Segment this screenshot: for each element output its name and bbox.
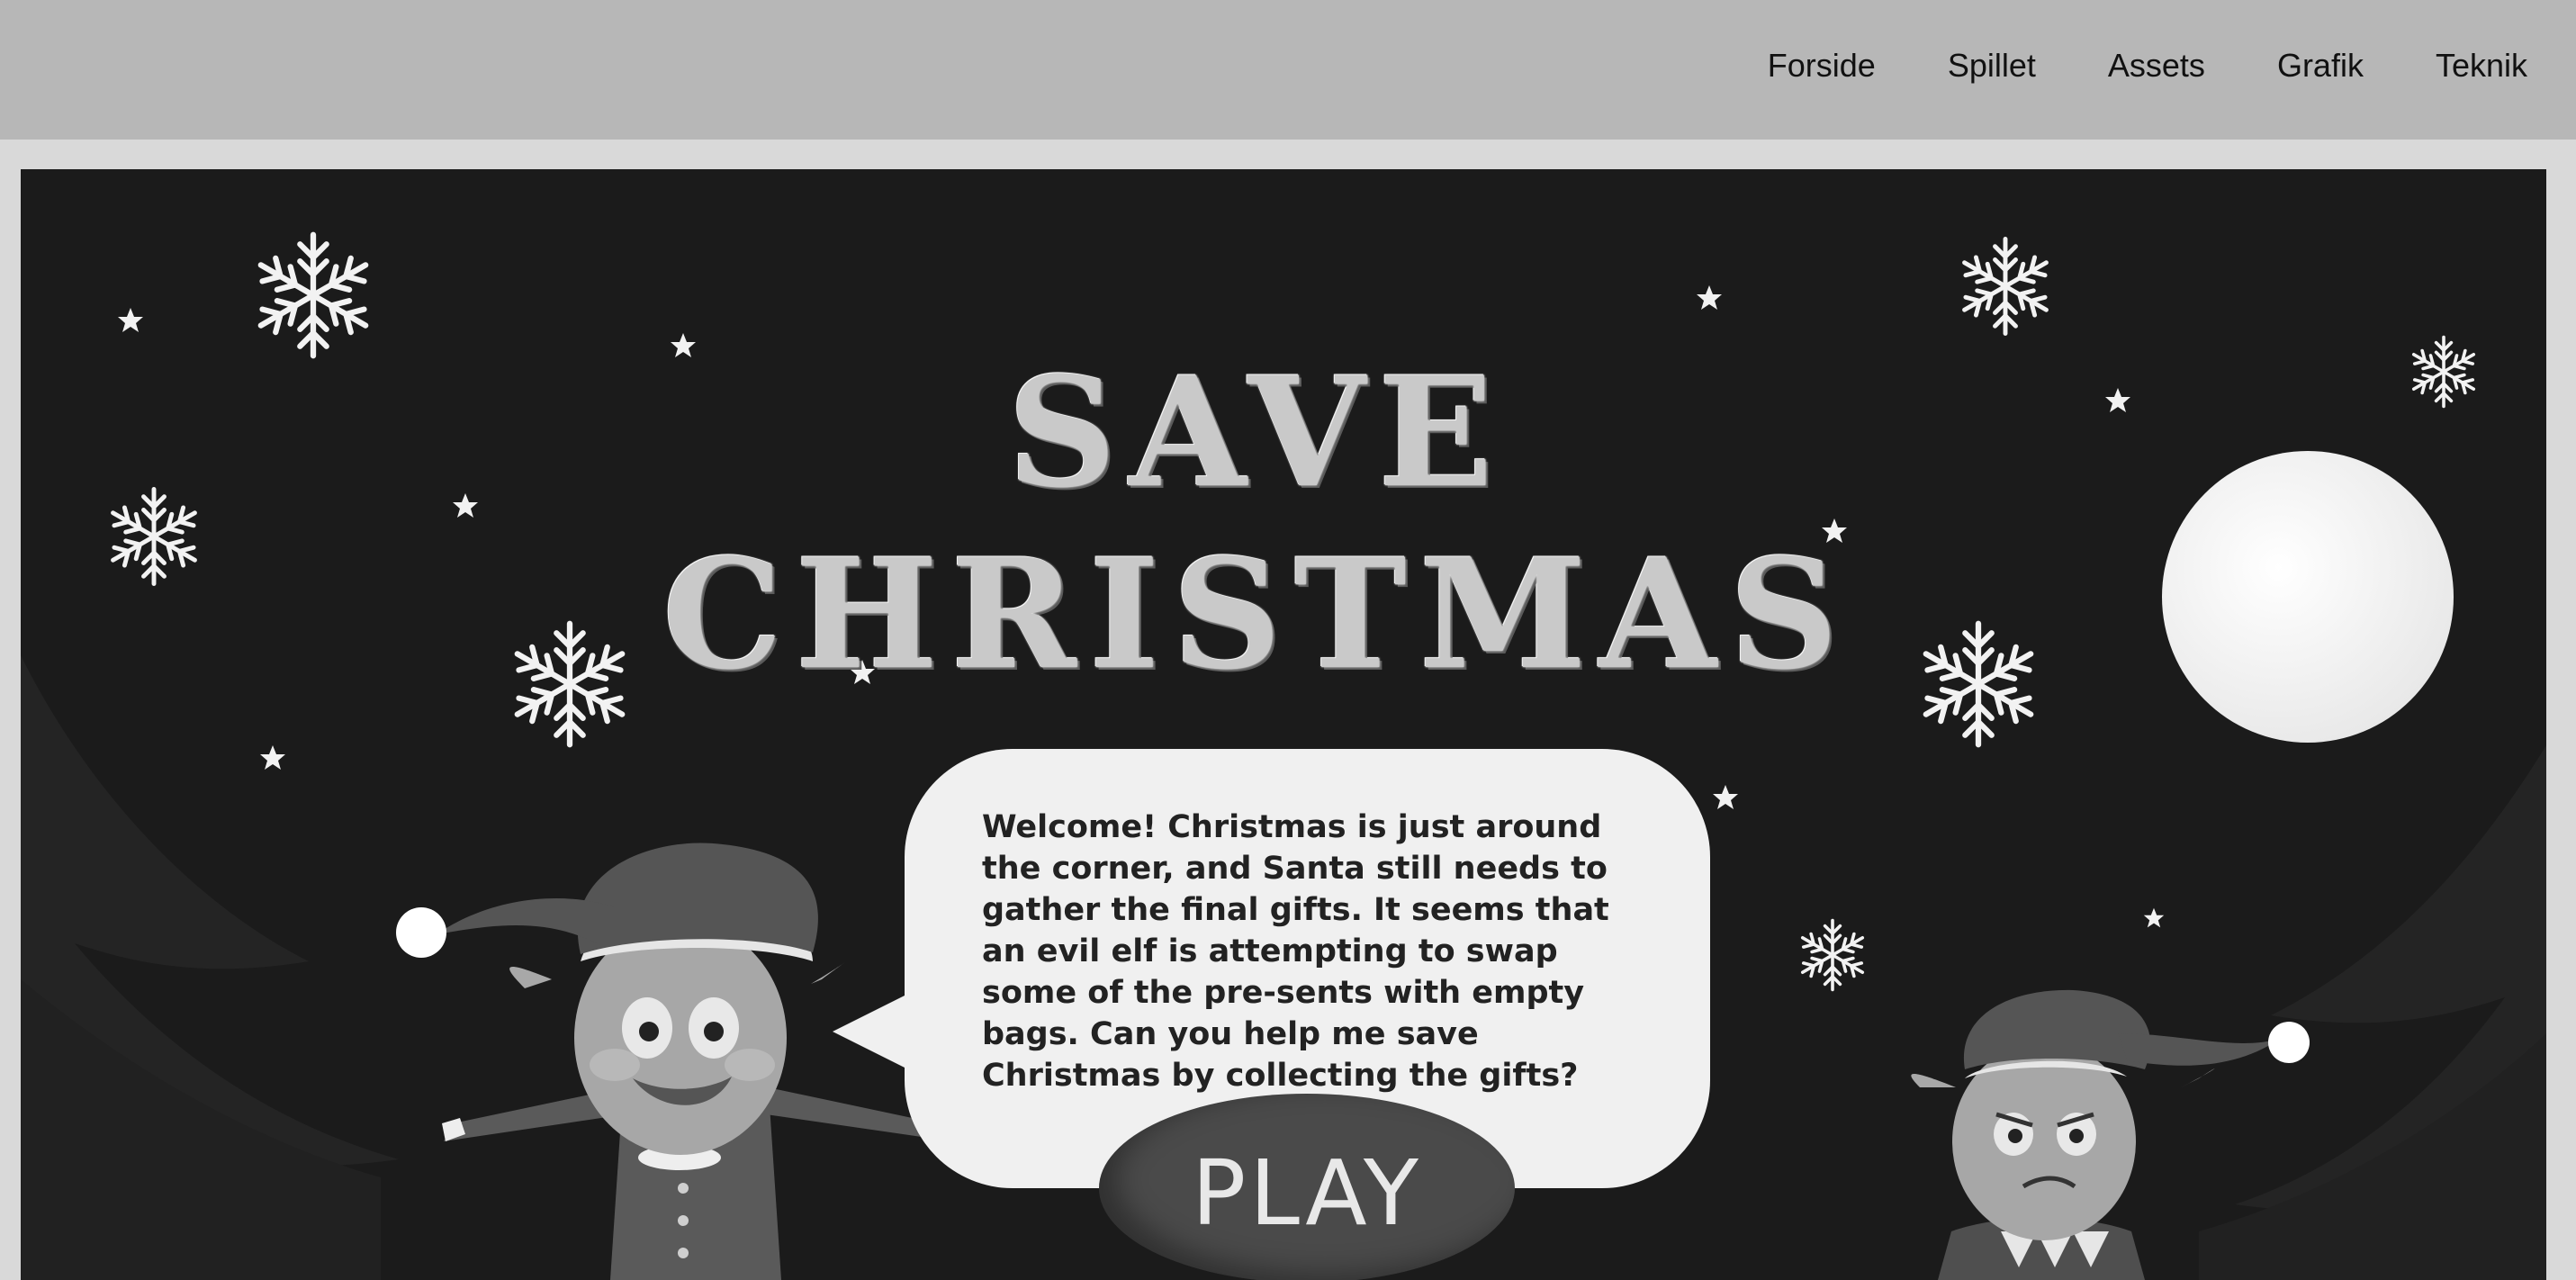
speech-bubble-tail <box>833 987 923 1077</box>
snowflake-icon <box>1959 239 2051 334</box>
snowflake-icon <box>1799 921 1867 990</box>
star-icon <box>1697 285 1722 310</box>
star-icon <box>260 745 285 770</box>
star-icon <box>118 308 143 332</box>
snowflake-icon <box>254 235 372 356</box>
game-start-screen: SAVE CHRISTMAS Welcome! Christmas is jus… <box>21 169 2546 1280</box>
play-button[interactable]: PLAY <box>1099 1094 1515 1280</box>
game-title-line-1: SAVE <box>1007 342 1506 521</box>
play-button-label: PLAY <box>1191 1140 1423 1246</box>
nav-link-spillet[interactable]: Spillet <box>1948 47 2036 85</box>
star-icon <box>2143 907 2165 928</box>
top-navigation-bar: Forside Spillet Assets Grafik Teknik <box>0 0 2576 140</box>
star-icon <box>1713 785 1738 809</box>
speech-bubble-text: Welcome! Christmas is just around the co… <box>982 809 1609 1094</box>
nav-link-assets[interactable]: Assets <box>2108 47 2205 85</box>
nav-link-teknik[interactable]: Teknik <box>2436 47 2527 85</box>
main-nav: Forside Spillet Assets Grafik Teknik <box>1768 47 2527 85</box>
nav-link-grafik[interactable]: Grafik <box>2277 47 2364 85</box>
game-title-line-2: CHRISTMAS <box>662 524 1851 703</box>
nav-link-forside[interactable]: Forside <box>1768 47 1876 85</box>
